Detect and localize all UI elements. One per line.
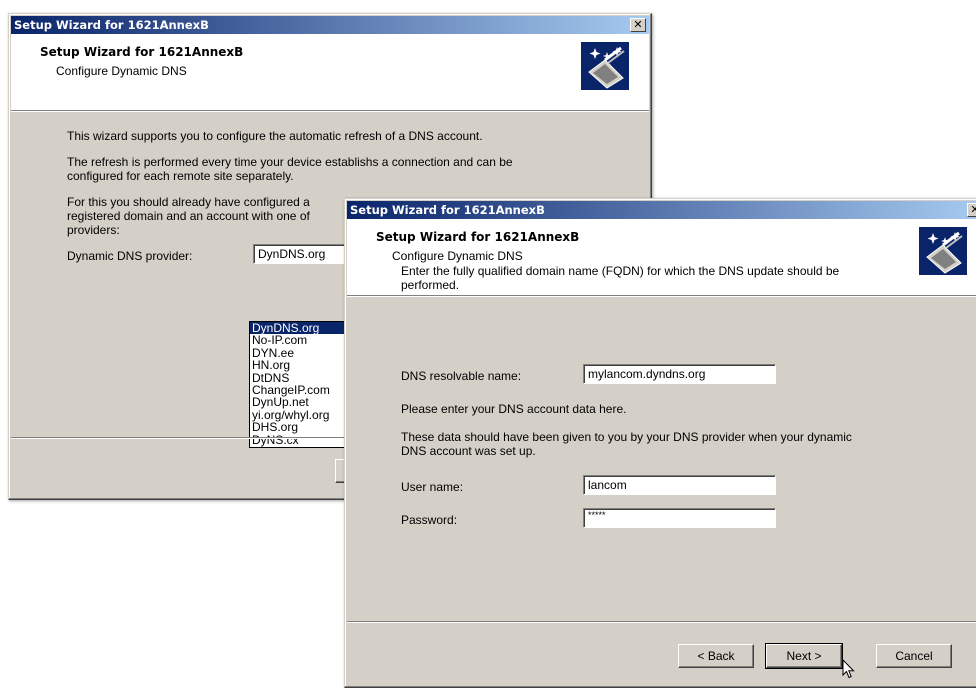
provider-dropdown-list[interactable]: DynDNS.org No-IP.com DYN.ee HN.org DtDNS… <box>249 321 349 448</box>
username-input[interactable]: lancom <box>583 475 776 495</box>
account-info-2: DNS account was set up. <box>401 444 536 458</box>
account-info-1: These data should have been given to you… <box>401 430 852 444</box>
front-title-bar[interactable]: Setup Wizard for 1621AnnexB ✕ <box>347 201 976 219</box>
dns-name-value: mylancom.dyndns.org <box>588 367 706 381</box>
provider-option[interactable]: No-IP.com <box>250 334 348 346</box>
window-title: Setup Wizard for 1621AnnexB <box>350 203 545 217</box>
mouse-pointer-icon <box>842 658 856 679</box>
dns-name-input[interactable]: mylancom.dyndns.org <box>583 364 776 384</box>
account-prompt: Please enter your DNS account data here. <box>401 402 627 416</box>
footer-separator <box>347 621 976 623</box>
refresh-text-1: The refresh is performed every time your… <box>67 155 513 169</box>
close-button[interactable]: ✕ <box>967 203 976 217</box>
wizard-header: Setup Wizard for 1621AnnexB Configure Dy… <box>11 34 649 111</box>
wizard-wand-icon <box>581 42 629 90</box>
back-button-label: < Back <box>697 649 735 663</box>
fqdn-text-1: Enter the fully qualified domain name (F… <box>401 264 840 278</box>
refresh-text-2: configured for each remote site separate… <box>67 169 294 183</box>
cancel-button-label: Cancel <box>895 649 933 663</box>
fqdn-text-2: performed. <box>401 278 460 292</box>
provider-text-1: For this you should already have configu… <box>67 195 310 209</box>
header-subtitle: Configure Dynamic DNS <box>56 64 187 78</box>
username-label: User name: <box>401 480 464 494</box>
provider-option[interactable]: HN.org <box>250 359 348 371</box>
cancel-button[interactable]: Cancel <box>876 644 952 668</box>
front-wizard-window: Setup Wizard for 1621AnnexB ✕ Setup Wiza… <box>344 198 976 688</box>
provider-select-value: DynDNS.org <box>258 247 326 261</box>
provider-option[interactable]: DyNS.cx <box>250 433 348 446</box>
window-title: Setup Wizard for 1621AnnexB <box>14 18 209 32</box>
provider-label: Dynamic DNS provider: <box>67 249 193 263</box>
close-button[interactable]: ✕ <box>630 18 646 32</box>
close-icon: ✕ <box>633 18 643 31</box>
back-button[interactable]: < Back <box>678 644 754 668</box>
back-title-bar[interactable]: Setup Wizard for 1621AnnexB ✕ <box>11 16 649 34</box>
intro-text: This wizard supports you to configure th… <box>67 129 483 143</box>
password-label: Password: <box>401 513 458 527</box>
provider-option[interactable]: DHS.org <box>250 421 348 433</box>
header-title: Setup Wizard for 1621AnnexB <box>40 45 244 59</box>
dns-name-label: DNS resolvable name: <box>401 369 522 383</box>
provider-text-2: registered domain and an account with on… <box>67 209 310 223</box>
provider-text-3: providers: <box>67 223 120 237</box>
header-title: Setup Wizard for 1621AnnexB <box>376 230 580 244</box>
provider-option[interactable]: DynUp.net <box>250 396 348 408</box>
password-input[interactable]: ***** <box>583 508 776 528</box>
provider-select[interactable]: DynDNS.org <box>253 244 353 264</box>
next-button-label: Next > <box>786 649 822 663</box>
header-subtitle: Configure Dynamic DNS <box>392 249 523 263</box>
next-button[interactable]: Next > <box>765 643 843 669</box>
password-value: ***** <box>588 510 606 520</box>
close-icon: ✕ <box>970 203 976 216</box>
username-value: lancom <box>588 478 627 492</box>
wizard-wand-icon <box>919 227 967 275</box>
